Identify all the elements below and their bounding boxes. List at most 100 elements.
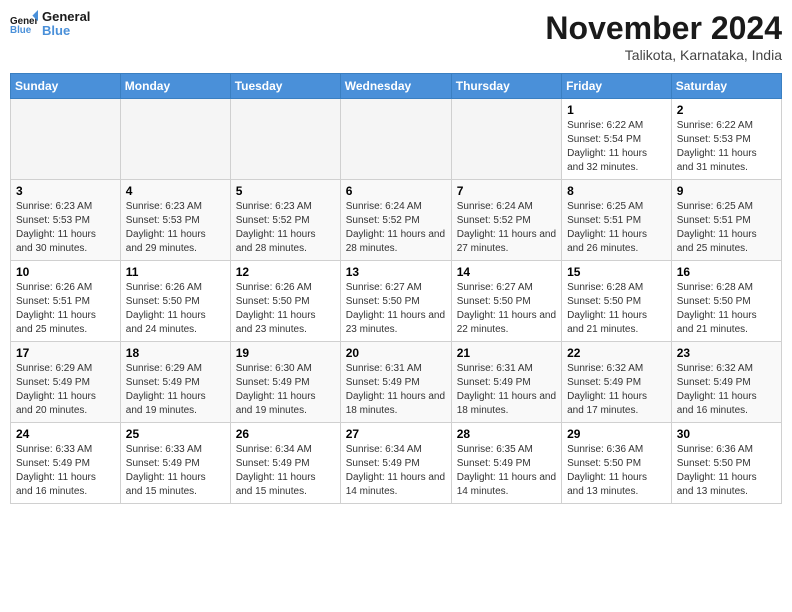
calendar-cell: 25 Sunrise: 6:33 AM Sunset: 5:49 PM Dayli…	[120, 423, 230, 504]
calendar-cell: 27Sunrise: 6:34 AM Sunset: 5:49 PM Dayli…	[340, 423, 451, 504]
day-info: Sunrise: 6:27 AM Sunset: 5:50 PM Dayligh…	[457, 281, 556, 337]
calendar-cell	[120, 99, 230, 180]
calendar-cell: 30 Sunrise: 6:36 AM Sunset: 5:50 PM Dayli…	[671, 423, 781, 504]
day-number: 16	[677, 265, 776, 279]
calendar-cell: 29 Sunrise: 6:36 AM Sunset: 5:50 PM Dayli…	[562, 423, 672, 504]
day-number: 13	[346, 265, 446, 279]
calendar-cell: 11Sunrise: 6:26 AM Sunset: 5:50 PM Dayli…	[120, 261, 230, 342]
day-info: Sunrise: 6:28 AM Sunset: 5:50 PM Dayligh…	[677, 281, 776, 337]
day-number: 6	[346, 184, 446, 198]
calendar-cell: 10 Sunrise: 6:26 AM Sunset: 5:51 PM Dayli…	[11, 261, 121, 342]
day-info: Sunrise: 6:33 AM Sunset: 5:49 PM Dayligh…	[16, 443, 115, 499]
weekday-header-saturday: Saturday	[671, 74, 781, 99]
day-number: 22	[567, 346, 666, 360]
calendar-cell	[340, 99, 451, 180]
calendar-header-row: SundayMondayTuesdayWednesdayThursdayFrid…	[11, 74, 782, 99]
day-number: 1	[567, 103, 666, 117]
page-header: General Blue General Blue November 2024 …	[10, 10, 782, 63]
day-number: 26	[236, 427, 335, 441]
day-number: 5	[236, 184, 335, 198]
day-number: 20	[346, 346, 446, 360]
day-info: Sunrise: 6:25 AM Sunset: 5:51 PM Dayligh…	[567, 200, 666, 256]
calendar-cell: 9 Sunrise: 6:25 AM Sunset: 5:51 PM Daylig…	[671, 180, 781, 261]
calendar-cell: 2 Sunrise: 6:22 AM Sunset: 5:53 PM Daylig…	[671, 99, 781, 180]
day-number: 17	[16, 346, 115, 360]
calendar-cell: 28 Sunrise: 6:35 AM Sunset: 5:49 PM Dayli…	[451, 423, 561, 504]
day-number: 24	[16, 427, 115, 441]
calendar-week-row: 1 Sunrise: 6:22 AM Sunset: 5:54 PM Daylig…	[11, 99, 782, 180]
day-number: 4	[126, 184, 225, 198]
day-info: Sunrise: 6:29 AM Sunset: 5:49 PM Dayligh…	[126, 362, 225, 418]
day-info: Sunrise: 6:32 AM Sunset: 5:49 PM Dayligh…	[677, 362, 776, 418]
calendar-cell: 18 Sunrise: 6:29 AM Sunset: 5:49 PM Dayli…	[120, 342, 230, 423]
day-number: 2	[677, 103, 776, 117]
day-info: Sunrise: 6:23 AM Sunset: 5:53 PM Dayligh…	[126, 200, 225, 256]
calendar-cell: 22 Sunrise: 6:32 AM Sunset: 5:49 PM Dayli…	[562, 342, 672, 423]
day-info: Sunrise: 6:22 AM Sunset: 5:53 PM Dayligh…	[677, 119, 776, 175]
day-info: Sunrise: 6:34 AM Sunset: 5:49 PM Dayligh…	[236, 443, 335, 499]
day-info: Sunrise: 6:32 AM Sunset: 5:49 PM Dayligh…	[567, 362, 666, 418]
day-number: 14	[457, 265, 556, 279]
calendar-cell: 1 Sunrise: 6:22 AM Sunset: 5:54 PM Daylig…	[562, 99, 672, 180]
day-number: 19	[236, 346, 335, 360]
day-info: Sunrise: 6:30 AM Sunset: 5:49 PM Dayligh…	[236, 362, 335, 418]
logo: General Blue General Blue	[10, 10, 90, 39]
day-number: 28	[457, 427, 556, 441]
calendar-cell	[451, 99, 561, 180]
calendar-week-row: 3Sunrise: 6:23 AM Sunset: 5:53 PM Daylig…	[11, 180, 782, 261]
day-number: 8	[567, 184, 666, 198]
day-number: 30	[677, 427, 776, 441]
day-number: 23	[677, 346, 776, 360]
day-info: Sunrise: 6:29 AM Sunset: 5:49 PM Dayligh…	[16, 362, 115, 418]
calendar-week-row: 17 Sunrise: 6:29 AM Sunset: 5:49 PM Dayli…	[11, 342, 782, 423]
day-number: 18	[126, 346, 225, 360]
day-number: 7	[457, 184, 556, 198]
day-number: 25	[126, 427, 225, 441]
day-info: Sunrise: 6:25 AM Sunset: 5:51 PM Dayligh…	[677, 200, 776, 256]
calendar-cell: 17 Sunrise: 6:29 AM Sunset: 5:49 PM Dayli…	[11, 342, 121, 423]
logo-icon: General Blue	[10, 10, 38, 38]
calendar-cell: 23 Sunrise: 6:32 AM Sunset: 5:49 PM Dayli…	[671, 342, 781, 423]
day-info: Sunrise: 6:36 AM Sunset: 5:50 PM Dayligh…	[677, 443, 776, 499]
weekday-header-sunday: Sunday	[11, 74, 121, 99]
calendar-cell: 4 Sunrise: 6:23 AM Sunset: 5:53 PM Daylig…	[120, 180, 230, 261]
month-title: November 2024	[545, 10, 782, 47]
location: Talikota, Karnataka, India	[545, 47, 782, 63]
day-number: 21	[457, 346, 556, 360]
calendar-cell	[11, 99, 121, 180]
day-number: 12	[236, 265, 335, 279]
calendar-cell: 7 Sunrise: 6:24 AM Sunset: 5:52 PM Daylig…	[451, 180, 561, 261]
calendar-cell: 8 Sunrise: 6:25 AM Sunset: 5:51 PM Daylig…	[562, 180, 672, 261]
weekday-header-monday: Monday	[120, 74, 230, 99]
day-number: 15	[567, 265, 666, 279]
calendar-cell: 20Sunrise: 6:31 AM Sunset: 5:49 PM Dayli…	[340, 342, 451, 423]
day-number: 11	[126, 265, 225, 279]
weekday-header-thursday: Thursday	[451, 74, 561, 99]
day-info: Sunrise: 6:35 AM Sunset: 5:49 PM Dayligh…	[457, 443, 556, 499]
calendar-week-row: 10 Sunrise: 6:26 AM Sunset: 5:51 PM Dayli…	[11, 261, 782, 342]
calendar-cell: 26 Sunrise: 6:34 AM Sunset: 5:49 PM Dayli…	[230, 423, 340, 504]
day-info: Sunrise: 6:34 AM Sunset: 5:49 PM Dayligh…	[346, 443, 446, 499]
day-number: 9	[677, 184, 776, 198]
day-info: Sunrise: 6:26 AM Sunset: 5:51 PM Dayligh…	[16, 281, 115, 337]
svg-text:Blue: Blue	[10, 25, 32, 36]
weekday-header-wednesday: Wednesday	[340, 74, 451, 99]
calendar-cell	[230, 99, 340, 180]
calendar-cell: 19 Sunrise: 6:30 AM Sunset: 5:49 PM Dayli…	[230, 342, 340, 423]
calendar-week-row: 24 Sunrise: 6:33 AM Sunset: 5:49 PM Dayli…	[11, 423, 782, 504]
day-info: Sunrise: 6:24 AM Sunset: 5:52 PM Dayligh…	[346, 200, 446, 256]
day-info: Sunrise: 6:31 AM Sunset: 5:49 PM Dayligh…	[457, 362, 556, 418]
day-info: Sunrise: 6:33 AM Sunset: 5:49 PM Dayligh…	[126, 443, 225, 499]
day-number: 29	[567, 427, 666, 441]
calendar-cell: 6 Sunrise: 6:24 AM Sunset: 5:52 PM Daylig…	[340, 180, 451, 261]
calendar-table: SundayMondayTuesdayWednesdayThursdayFrid…	[10, 73, 782, 504]
day-info: Sunrise: 6:36 AM Sunset: 5:50 PM Dayligh…	[567, 443, 666, 499]
day-info: Sunrise: 6:24 AM Sunset: 5:52 PM Dayligh…	[457, 200, 556, 256]
calendar-cell: 24 Sunrise: 6:33 AM Sunset: 5:49 PM Dayli…	[11, 423, 121, 504]
calendar-cell: 16 Sunrise: 6:28 AM Sunset: 5:50 PM Dayli…	[671, 261, 781, 342]
day-number: 10	[16, 265, 115, 279]
day-info: Sunrise: 6:22 AM Sunset: 5:54 PM Dayligh…	[567, 119, 666, 175]
calendar-cell: 14 Sunrise: 6:27 AM Sunset: 5:50 PM Dayli…	[451, 261, 561, 342]
calendar-cell: 21 Sunrise: 6:31 AM Sunset: 5:49 PM Dayli…	[451, 342, 561, 423]
calendar-cell: 13Sunrise: 6:27 AM Sunset: 5:50 PM Dayli…	[340, 261, 451, 342]
